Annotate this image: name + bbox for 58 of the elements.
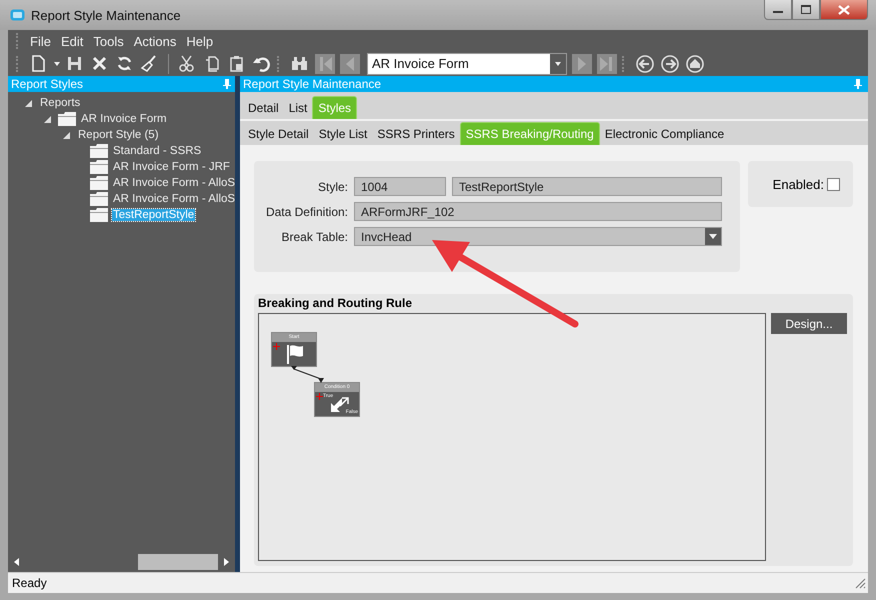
window-title: Report Style Maintenance bbox=[31, 8, 181, 23]
field-label: Data Definition: bbox=[264, 204, 348, 218]
caret-icon[interactable] bbox=[54, 62, 60, 66]
folder-icon bbox=[90, 176, 108, 190]
tab[interactable]: Style List bbox=[314, 124, 372, 145]
panel-title: Report Styles bbox=[11, 77, 84, 91]
scroll-right-icon[interactable] bbox=[224, 558, 229, 566]
menu-item[interactable]: Edit bbox=[56, 34, 88, 48]
input-field[interactable]: 1004 bbox=[354, 177, 446, 196]
menu-item[interactable]: Tools bbox=[89, 34, 128, 48]
minimize-button[interactable] bbox=[764, 0, 792, 20]
folder-icon bbox=[90, 192, 108, 206]
forward-icon[interactable] bbox=[660, 54, 680, 74]
folder-icon bbox=[90, 160, 108, 174]
flag-icon bbox=[285, 344, 305, 364]
design-button[interactable]: Design... bbox=[771, 313, 847, 334]
connector-line bbox=[291, 366, 324, 383]
folder-icon bbox=[90, 144, 108, 158]
tab[interactable]: SSRS Printers bbox=[372, 124, 460, 145]
scrollbar-thumb[interactable] bbox=[138, 554, 218, 570]
panel-title: Report Style Maintenance bbox=[243, 77, 382, 91]
input-field[interactable]: ARFormJRF_102 bbox=[354, 202, 722, 221]
tree-item[interactable]: AR Invoice Form bbox=[80, 113, 168, 125]
menu-item[interactable]: Help bbox=[182, 34, 218, 48]
record-selector[interactable]: AR Invoice Form bbox=[367, 53, 567, 75]
folder-icon bbox=[90, 208, 108, 222]
resize-grip-icon[interactable] bbox=[854, 577, 866, 589]
input-field[interactable]: TestReportStyle bbox=[452, 177, 722, 196]
field-label: Style: bbox=[316, 180, 348, 194]
tab[interactable]: Detail bbox=[243, 98, 284, 119]
tree-item[interactable]: AR Invoice Form - JRF bbox=[112, 161, 231, 173]
field-label: Break Table: bbox=[280, 230, 348, 244]
home-icon[interactable] bbox=[685, 54, 705, 74]
checkbox[interactable] bbox=[827, 178, 840, 190]
caret-icon[interactable] bbox=[554, 61, 562, 67]
tab[interactable]: List bbox=[284, 98, 312, 119]
tab[interactable]: Style Detail bbox=[243, 124, 314, 145]
maximize-icon[interactable] bbox=[801, 5, 811, 14]
checkbox-label: Enabled: bbox=[772, 176, 824, 192]
app-icon bbox=[10, 9, 25, 21]
tree-item[interactable]: AR Invoice Form - AlloS bbox=[112, 193, 235, 205]
scroll-left-icon[interactable] bbox=[14, 558, 19, 566]
section-title: Breaking and Routing Rule bbox=[258, 295, 414, 312]
back-icon[interactable] bbox=[635, 54, 655, 74]
close-icon[interactable] bbox=[838, 4, 850, 14]
tree-item[interactable]: Reports bbox=[39, 97, 82, 109]
maximize-button[interactable] bbox=[792, 0, 820, 20]
menu-item[interactable]: File bbox=[26, 34, 55, 48]
tree-item[interactable]: AR Invoice Form - AlloS bbox=[112, 177, 235, 189]
menu-item[interactable]: Actions bbox=[130, 34, 180, 48]
dropdown-field[interactable]: InvcHead bbox=[354, 227, 722, 246]
folder-icon bbox=[58, 112, 76, 126]
tab[interactable]: Electronic Compliance bbox=[600, 124, 730, 145]
tree-item[interactable]: Report Style (5) bbox=[77, 129, 160, 141]
caret-icon[interactable] bbox=[709, 234, 717, 239]
close-button[interactable] bbox=[820, 0, 868, 20]
status-text: Ready bbox=[12, 576, 47, 590]
tree-item[interactable]: Standard - SSRS bbox=[112, 145, 202, 157]
